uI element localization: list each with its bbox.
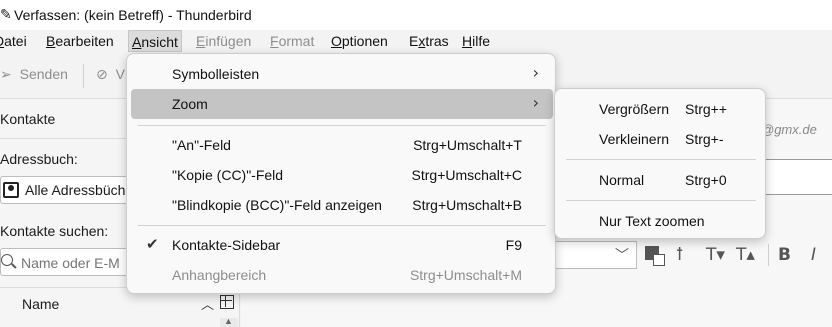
- spelling-label: V: [115, 66, 125, 82]
- menu-hilfe[interactable]: Hilfe: [462, 30, 490, 52]
- addressbook-select[interactable]: Alle Adressbüch: [0, 176, 140, 204]
- menu-item-label: Kontakte-Sidebar: [172, 237, 281, 253]
- text-color-icon[interactable]: [645, 246, 665, 266]
- menu-datei-label: atei: [4, 33, 27, 49]
- menu-item-nur-text-zoomen[interactable]: Nur Text zoomen: [559, 206, 763, 236]
- menu-einfuegen-label: infügen: [205, 33, 252, 49]
- contacts-search-input[interactable]: [21, 253, 139, 273]
- menu-item-label: Verkleinern: [599, 131, 670, 147]
- spelling-button[interactable]: ⊘ V: [96, 66, 125, 83]
- menu-item-vergroessern[interactable]: Vergrößern Strg++: [559, 94, 763, 124]
- from-address-suffix: @gmx.de: [761, 122, 817, 137]
- zoom-submenu: Vergrößern Strg++ Verkleinern Strg+- Nor…: [554, 88, 766, 239]
- menu-item-shortcut: Strg++: [685, 101, 728, 117]
- title-bar: ✎ Verfassen: (kein Betreff) - Thunderbir…: [0, 0, 832, 30]
- menu-item-label: "Kopie (CC)"-Feld: [172, 167, 284, 183]
- ansicht-menu: Symbolleisten › Zoom › "An"-Feld Strg+Um…: [126, 53, 556, 294]
- send-button[interactable]: ➢ Senden: [0, 66, 68, 83]
- menu-item-bcc-feld[interactable]: "Blindkopie (BCC)"-Feld anzeigen Strg+Um…: [131, 190, 553, 220]
- menu-datei[interactable]: Datei: [0, 30, 27, 52]
- send-icon: ➢: [0, 67, 12, 83]
- chevron-down-icon: ﹀: [615, 247, 629, 263]
- window-title: Verfassen: (kein Betreff) - Thunderbird: [14, 7, 252, 23]
- menu-item-normal[interactable]: Normal Strg+0: [559, 165, 763, 195]
- menu-format[interactable]: Format: [270, 30, 314, 52]
- format-separator: [768, 244, 769, 266]
- toolbar-separator: [83, 64, 84, 88]
- menu-item-label: Vergrößern: [599, 101, 670, 117]
- chevron-right-icon: ›: [532, 93, 539, 112]
- menu-item-an-feld[interactable]: "An"-Feld Strg+Umschalt+T: [131, 130, 553, 160]
- menu-item-shortcut: Strg+0: [685, 172, 727, 188]
- menu-item-label: Nur Text zoomen: [599, 213, 705, 229]
- menu-item-label: "An"-Feld: [172, 137, 231, 153]
- scroll-up-icon: ▲: [224, 316, 233, 326]
- search-icon: [1, 254, 13, 266]
- menu-item-label: Zoom: [172, 96, 208, 112]
- menu-separator: [138, 125, 546, 126]
- addressbook-icon: [3, 182, 19, 198]
- scrollbar[interactable]: ▲: [220, 316, 238, 327]
- menu-item-anhangbereich[interactable]: Anhangbereich Strg+Umschalt+M: [131, 260, 553, 290]
- contacts-search-label: Kontakte suchen:: [0, 223, 109, 239]
- addressbook-label: Adressbuch:: [0, 151, 78, 167]
- menu-item-label: "Blindkopie (BCC)"-Feld anzeigen: [172, 197, 382, 213]
- menu-item-shortcut: Strg+Umschalt+M: [409, 267, 522, 283]
- column-picker-icon[interactable]: [220, 295, 234, 309]
- menu-separator: [138, 225, 546, 226]
- format-toolbar: ﹀ ꝉ T▾ T▴ B I: [551, 241, 832, 271]
- font-size-up-icon[interactable]: T▴: [736, 245, 755, 265]
- menu-item-shortcut: F9: [505, 237, 522, 253]
- italic-icon[interactable]: I: [811, 245, 816, 265]
- menu-item-verkleinern[interactable]: Verkleinern Strg+-: [559, 124, 763, 154]
- menu-item-shortcut: Strg+-: [685, 131, 724, 147]
- checkmark-icon: ✔: [146, 235, 159, 253]
- spelling-icon: ⊘: [96, 67, 108, 83]
- menu-item-shortcut: Strg+Umschalt+C: [411, 167, 522, 183]
- menu-item-label: Normal: [599, 172, 645, 188]
- send-label: Senden: [19, 66, 68, 82]
- menu-ansicht[interactable]: Ansicht: [128, 30, 182, 52]
- sort-ascending-icon: ︿: [201, 297, 215, 312]
- contacts-search-box[interactable]: [0, 248, 140, 276]
- menu-separator: [566, 159, 756, 160]
- recipient-field[interactable]: [763, 159, 832, 195]
- menu-item-symbolleisten[interactable]: Symbolleisten ›: [131, 59, 553, 89]
- menu-extras[interactable]: Extras: [409, 30, 449, 52]
- pencil-icon: ✎: [0, 6, 12, 22]
- menu-item-shortcut: Strg+Umschalt+B: [412, 197, 522, 213]
- menu-bar: Datei Bearbeiten Ansicht Einfügen Format…: [0, 30, 832, 53]
- menu-optionen-label: ptionen: [341, 33, 388, 49]
- sidebar-title: Kontakte: [0, 111, 56, 127]
- font-size-down-icon[interactable]: T▾: [706, 245, 725, 265]
- column-name-header[interactable]: Name: [22, 296, 59, 312]
- bold-icon[interactable]: B: [778, 245, 791, 265]
- menu-item-kontakte-sidebar[interactable]: ✔ Kontakte-Sidebar F9: [131, 230, 553, 260]
- menu-ansicht-label: nsicht: [141, 34, 178, 50]
- menu-item-label: Symbolleisten: [172, 66, 260, 82]
- menu-format-label: ormat: [278, 33, 315, 49]
- addressbook-value: Alle Adressbüch: [25, 182, 126, 198]
- menu-separator: [566, 200, 756, 201]
- menu-item-cc-feld[interactable]: "Kopie (CC)"-Feld Strg+Umschalt+C: [131, 160, 553, 190]
- menu-item-shortcut: Strg+Umschalt+T: [413, 137, 522, 153]
- menu-item-label: Anhangbereich: [172, 267, 267, 283]
- menu-bearbeiten-label: earbeiten: [55, 33, 114, 49]
- font-size-smaller-icon[interactable]: ꝉ: [676, 245, 683, 265]
- menu-bearbeiten[interactable]: Bearbeiten: [46, 30, 114, 52]
- menu-optionen[interactable]: Optionen: [331, 30, 388, 52]
- menu-extras-label-b: tras: [425, 33, 449, 49]
- menu-item-zoom[interactable]: Zoom ›: [131, 89, 553, 119]
- chevron-right-icon: ›: [532, 63, 539, 82]
- menu-extras-label-a: E: [409, 33, 419, 49]
- menu-hilfe-label: ilfe: [472, 33, 491, 49]
- menu-einfuegen[interactable]: Einfügen: [196, 30, 251, 52]
